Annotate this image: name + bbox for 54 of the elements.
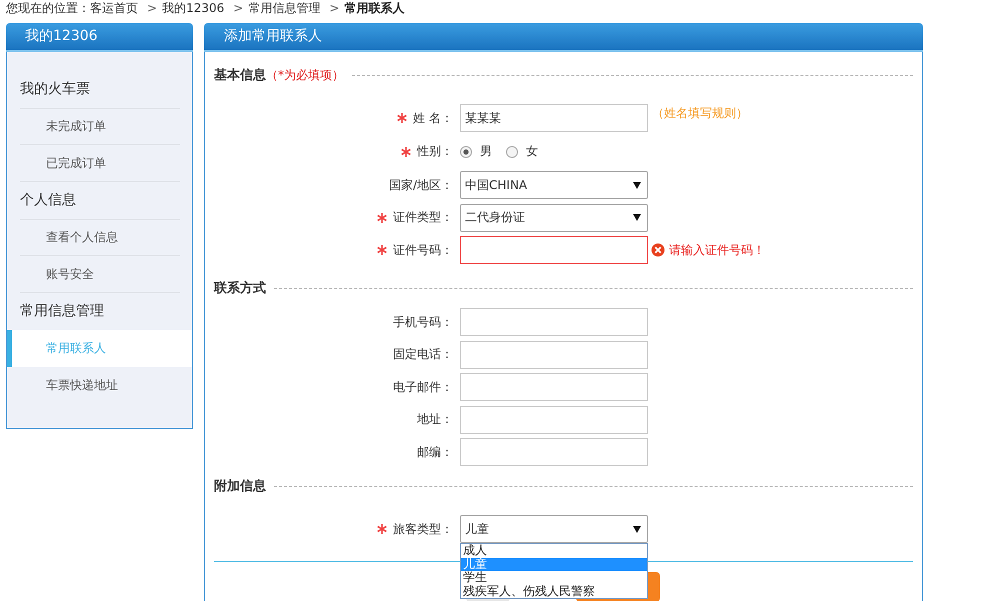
sidebar-header: 我的12306 [6,23,193,52]
field-label: 地址： [417,411,453,428]
field-label: 旅客类型： [393,520,453,538]
input-field[interactable] [460,308,648,336]
field-label: 证件类型： [393,209,453,226]
caret-icon [633,214,641,221]
radio-label: 男 [480,143,492,160]
field-label: 性别： [417,143,453,160]
sidebar-item[interactable]: 未完成订单 [7,108,192,145]
breadcrumb-separator: > [233,0,244,17]
sidebar-item[interactable]: 查看个人信息 [7,219,192,256]
breadcrumb-link[interactable]: 客运首页 [90,0,138,19]
field-label: 证件号码： [393,242,453,258]
panel-header: 添加常用联系人 [204,23,923,52]
dropdown-option[interactable]: 学生 [461,571,647,584]
sidebar-group[interactable]: 常用信息管理 [7,293,179,330]
error-message: 请输入证件号码！ [669,242,765,258]
input-field[interactable] [460,406,648,434]
breadcrumb-separator: > [147,0,158,17]
field-label: 手机号码： [393,314,453,330]
input-field[interactable] [460,373,648,401]
dropdown-option[interactable]: 成人 [461,544,647,558]
error-icon [651,243,665,257]
breadcrumb-link[interactable]: 常用信息管理 [248,0,320,19]
field-label: 姓 名： [413,110,453,126]
select-field[interactable]: 中国CHINA [460,171,648,199]
radio-label: 女 [526,143,538,160]
sidebar-group[interactable]: 我的火车票 [7,71,179,108]
section-title: 基本信息 [214,67,266,84]
field-label: 电子邮件： [393,378,453,396]
sidebar-item[interactable]: 车票快递地址 [7,367,192,404]
sidebar-item[interactable]: 已完成订单 [7,145,192,182]
field-label: 固定电话： [393,346,453,363]
sidebar-item[interactable]: 账号安全 [7,256,192,293]
input-field[interactable] [460,236,648,264]
section-title: 附加信息 [214,478,266,495]
field-label: 邮编： [417,444,453,460]
field-label: 国家/地区： [388,176,453,194]
breadcrumb-link[interactable]: 我的12306 [162,0,224,19]
caret-icon [633,526,641,532]
caret-icon [633,182,641,188]
radio-button[interactable] [506,146,518,158]
input-field[interactable] [460,340,648,368]
breadcrumb-separator: > [329,0,340,17]
select-field[interactable]: 儿童 [460,515,648,543]
select-field[interactable]: 二代身份证 [460,204,648,232]
radio-button[interactable] [460,146,472,158]
dropdown-option[interactable]: 残疾军人、伤残人民警察 [461,584,647,598]
input-field[interactable]: 某某某 [460,104,648,132]
input-field[interactable] [460,438,648,466]
sidebar-group[interactable]: 个人信息 [7,182,179,219]
section-title: 联系方式 [214,280,266,297]
breadcrumb-label: 您现在的位置： [6,0,90,17]
required-note: （*为必填项） [266,66,344,84]
